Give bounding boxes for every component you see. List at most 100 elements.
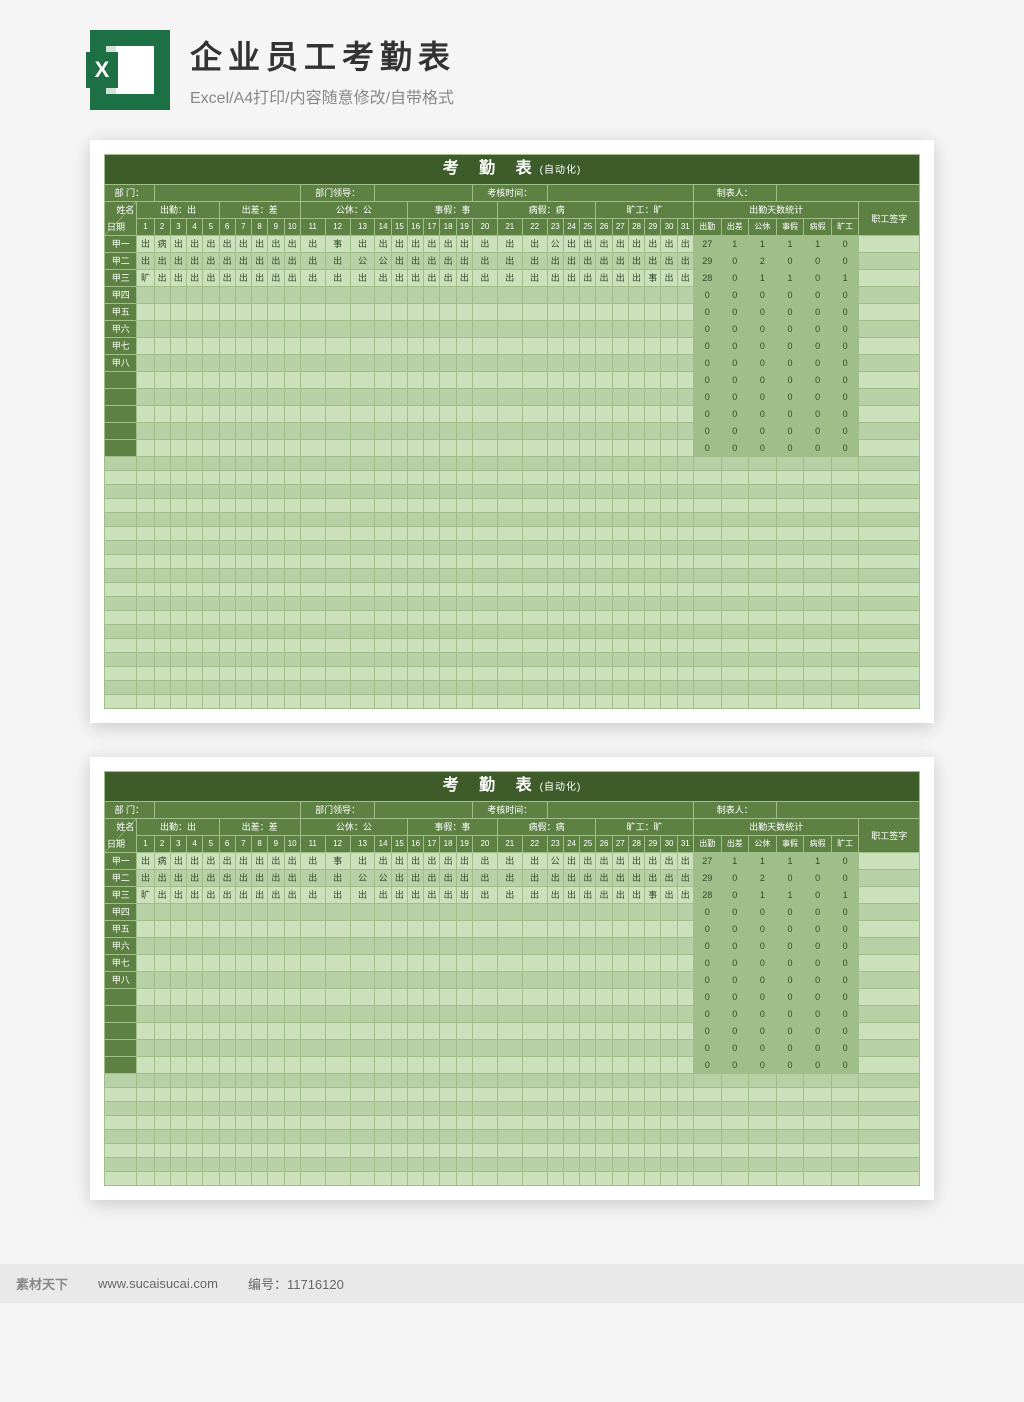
empty-cell[interactable]	[203, 513, 219, 527]
empty-cell[interactable]	[661, 569, 677, 583]
empty-cell[interactable]	[547, 1172, 563, 1186]
empty-cell[interactable]	[187, 667, 203, 681]
empty-cell[interactable]	[325, 1116, 350, 1130]
attendance-cell[interactable]	[424, 1040, 440, 1057]
empty-cell[interactable]	[407, 639, 423, 653]
attendance-cell[interactable]	[203, 304, 219, 321]
empty-cell[interactable]	[440, 695, 456, 709]
attendance-cell[interactable]	[440, 355, 456, 372]
empty-cell[interactable]	[154, 625, 170, 639]
empty-cell[interactable]	[693, 1116, 721, 1130]
attendance-cell[interactable]	[612, 921, 628, 938]
empty-cell[interactable]	[563, 457, 579, 471]
empty-cell[interactable]	[776, 1116, 804, 1130]
empty-cell[interactable]	[497, 639, 522, 653]
empty-cell[interactable]	[472, 597, 497, 611]
empty-cell[interactable]	[440, 471, 456, 485]
empty-cell[interactable]	[661, 611, 677, 625]
empty-cell[interactable]	[391, 653, 407, 667]
attendance-cell[interactable]: 出	[350, 236, 375, 253]
attendance-cell[interactable]	[252, 938, 268, 955]
attendance-cell[interactable]	[252, 440, 268, 457]
attendance-cell[interactable]	[472, 440, 497, 457]
empty-cell[interactable]	[547, 513, 563, 527]
empty-cell[interactable]	[804, 1116, 832, 1130]
empty-cell[interactable]	[661, 1158, 677, 1172]
empty-cell[interactable]	[137, 611, 154, 625]
attendance-cell[interactable]	[325, 287, 350, 304]
attendance-cell[interactable]: 出	[661, 870, 677, 887]
empty-cell[interactable]	[612, 1088, 628, 1102]
attendance-cell[interactable]	[628, 1040, 644, 1057]
empty-cell[interactable]	[547, 653, 563, 667]
attendance-cell[interactable]	[350, 372, 375, 389]
attendance-cell[interactable]	[203, 989, 219, 1006]
attendance-cell[interactable]	[300, 440, 325, 457]
attendance-cell[interactable]	[547, 1057, 563, 1074]
empty-cell[interactable]	[300, 1158, 325, 1172]
empty-cell[interactable]	[170, 1074, 186, 1088]
empty-cell[interactable]	[522, 471, 547, 485]
attendance-cell[interactable]	[375, 989, 391, 1006]
attendance-cell[interactable]	[612, 955, 628, 972]
empty-cell[interactable]	[252, 611, 268, 625]
empty-cell[interactable]	[252, 569, 268, 583]
empty-cell[interactable]	[522, 499, 547, 513]
attendance-cell[interactable]	[628, 389, 644, 406]
empty-cell[interactable]	[252, 625, 268, 639]
attendance-cell[interactable]: 出	[300, 853, 325, 870]
empty-cell[interactable]	[137, 1158, 154, 1172]
empty-cell[interactable]	[721, 513, 749, 527]
attendance-cell[interactable]: 出	[661, 853, 677, 870]
attendance-cell[interactable]	[563, 355, 579, 372]
empty-cell[interactable]	[350, 667, 375, 681]
attendance-cell[interactable]	[661, 389, 677, 406]
attendance-cell[interactable]	[424, 1023, 440, 1040]
empty-cell[interactable]	[693, 695, 721, 709]
empty-cell[interactable]	[677, 611, 693, 625]
attendance-cell[interactable]	[596, 972, 612, 989]
empty-cell[interactable]	[105, 499, 137, 513]
empty-cell[interactable]	[497, 513, 522, 527]
attendance-cell[interactable]	[284, 904, 300, 921]
attendance-cell[interactable]: 出	[350, 270, 375, 287]
attendance-cell[interactable]: 出	[497, 270, 522, 287]
empty-cell[interactable]	[522, 555, 547, 569]
empty-cell[interactable]	[407, 583, 423, 597]
attendance-cell[interactable]: 出	[628, 887, 644, 904]
empty-cell[interactable]	[472, 653, 497, 667]
empty-cell[interactable]	[170, 499, 186, 513]
empty-cell[interactable]	[804, 485, 832, 499]
empty-cell[interactable]	[350, 1172, 375, 1186]
empty-cell[interactable]	[645, 639, 661, 653]
empty-cell[interactable]	[325, 527, 350, 541]
empty-cell[interactable]	[456, 695, 472, 709]
attendance-cell[interactable]	[472, 989, 497, 1006]
empty-cell[interactable]	[563, 653, 579, 667]
empty-cell[interactable]	[154, 667, 170, 681]
empty-cell[interactable]	[677, 1144, 693, 1158]
attendance-cell[interactable]: 出	[268, 870, 284, 887]
empty-cell[interactable]	[284, 1144, 300, 1158]
empty-cell[interactable]	[375, 1116, 391, 1130]
empty-cell[interactable]	[391, 1172, 407, 1186]
empty-cell[interactable]	[268, 471, 284, 485]
empty-cell[interactable]	[456, 681, 472, 695]
attendance-cell[interactable]: 出	[391, 236, 407, 253]
empty-cell[interactable]	[325, 639, 350, 653]
empty-cell[interactable]	[776, 625, 804, 639]
empty-cell[interactable]	[645, 597, 661, 611]
empty-cell[interactable]	[563, 541, 579, 555]
empty-cell[interactable]	[563, 1074, 579, 1088]
empty-cell[interactable]	[721, 583, 749, 597]
attendance-cell[interactable]: 出	[170, 236, 186, 253]
empty-cell[interactable]	[859, 569, 920, 583]
empty-cell[interactable]	[804, 555, 832, 569]
attendance-cell[interactable]	[424, 955, 440, 972]
attendance-cell[interactable]	[219, 921, 235, 938]
attendance-cell[interactable]: 出	[252, 236, 268, 253]
attendance-cell[interactable]: 出	[203, 270, 219, 287]
empty-cell[interactable]	[804, 499, 832, 513]
empty-cell[interactable]	[612, 471, 628, 485]
attendance-cell[interactable]: 出	[596, 236, 612, 253]
